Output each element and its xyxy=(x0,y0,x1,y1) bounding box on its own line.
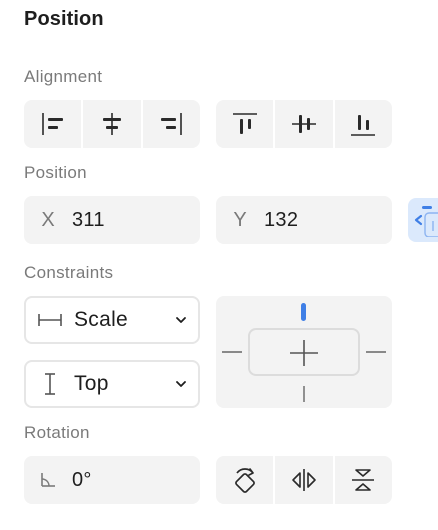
y-prefix-label: Y xyxy=(233,208,247,231)
chevron-down-icon xyxy=(176,317,186,323)
align-top-button[interactable] xyxy=(216,100,273,148)
top-constraint-line[interactable] xyxy=(301,303,306,321)
align-vertical-center-icon xyxy=(291,115,316,133)
align-left-icon xyxy=(41,113,63,135)
rotation-value[interactable]: 0° xyxy=(72,469,92,492)
vertical-constraint-icon xyxy=(45,373,55,395)
rotate-button[interactable] xyxy=(216,456,273,504)
align-vertical-center-button[interactable] xyxy=(273,100,332,148)
constraint-frame-box xyxy=(248,328,360,376)
align-bottom-button[interactable] xyxy=(332,100,392,148)
align-horizontal-center-button[interactable] xyxy=(81,100,140,148)
x-value[interactable]: 311 xyxy=(72,209,105,232)
align-right-icon xyxy=(161,113,183,135)
flip-horizontal-icon xyxy=(292,469,316,491)
flip-horizontal-button[interactable] xyxy=(273,456,332,504)
x-position-field[interactable]: X 311 xyxy=(24,196,200,244)
rotation-field[interactable]: 0° xyxy=(24,456,200,504)
constraints-label: Constraints xyxy=(24,263,114,282)
align-left-button[interactable] xyxy=(24,100,81,148)
position-label: Position xyxy=(24,163,87,182)
rotation-label: Rotation xyxy=(24,423,90,442)
align-right-button[interactable] xyxy=(140,100,200,148)
vertical-constraint-select[interactable]: Top xyxy=(24,360,200,408)
angle-icon xyxy=(41,473,55,487)
horizontal-alignment-group xyxy=(24,100,200,148)
panel-title: Position xyxy=(24,8,104,30)
x-prefix-label: X xyxy=(41,208,55,231)
rotate-icon xyxy=(234,468,255,493)
transform-actions-group xyxy=(216,456,392,504)
horizontal-constraint-value: Scale xyxy=(74,308,129,331)
y-position-field[interactable]: Y 132 xyxy=(216,196,392,244)
flip-vertical-icon xyxy=(352,469,375,491)
constraints-widget xyxy=(216,296,392,408)
vertical-constraint-value: Top xyxy=(74,372,109,395)
flip-vertical-button[interactable] xyxy=(332,456,392,504)
constraint-toggle-button[interactable] xyxy=(408,198,438,242)
chevron-down-icon xyxy=(176,381,186,387)
left-constraint-icon xyxy=(414,206,438,237)
plus-icon xyxy=(290,340,318,366)
horizontal-constraint-select[interactable]: Scale xyxy=(24,296,200,344)
horizontal-constraint-icon xyxy=(38,314,62,326)
align-bottom-icon xyxy=(351,115,376,136)
y-value[interactable]: 132 xyxy=(264,209,298,232)
alignment-label: Alignment xyxy=(24,67,103,86)
align-horizontal-center-icon xyxy=(102,113,121,135)
vertical-alignment-group xyxy=(216,100,392,148)
align-top-icon xyxy=(232,113,257,134)
